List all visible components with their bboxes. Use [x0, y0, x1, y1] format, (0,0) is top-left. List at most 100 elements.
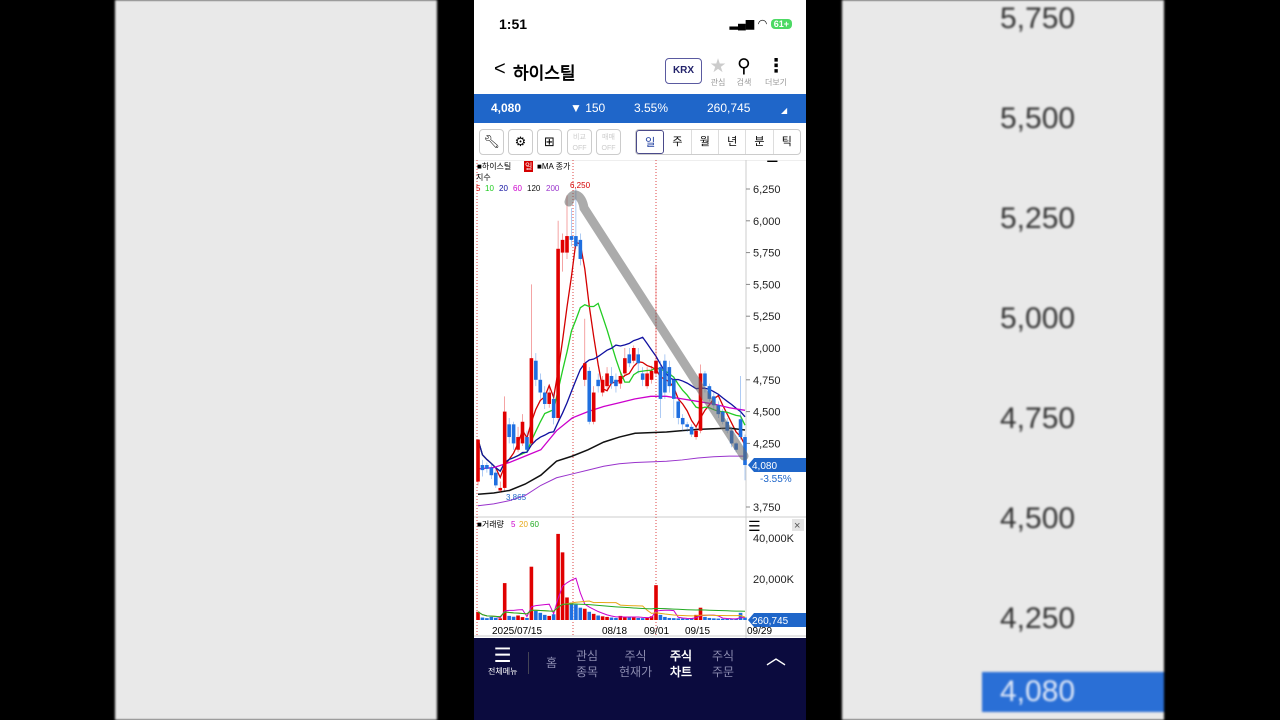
candle	[605, 367, 609, 389]
wrench-button[interactable]: 🔧︎	[479, 129, 504, 155]
settings-button[interactable]: ⚙	[508, 129, 533, 155]
header: < 하이스틸 KRX ★ 관심 ⚲ 검색 ⋮ 더보기	[474, 52, 806, 94]
ma-legend-5: 5	[476, 184, 481, 193]
status-bar: 1:51 ▂▄▆ ◠ 61+	[474, 14, 806, 34]
price-menu-icon[interactable]: ☰	[766, 160, 779, 165]
volume-bar	[591, 613, 596, 620]
blurred-background-left	[115, 0, 437, 720]
volume-bar	[605, 616, 609, 620]
candle	[502, 396, 507, 491]
volume-bar	[547, 615, 551, 620]
chart-toolbar: 🔧︎ ⚙ ⊞ 비교 OFF 매매 OFF 일 주 월 년 분 틱	[474, 129, 806, 157]
volume-bar	[538, 612, 543, 620]
candle	[485, 462, 489, 473]
period-selector: 일 주 월 년 분 틱	[635, 129, 801, 155]
wrench-icon: 🔧︎	[483, 134, 500, 149]
candle	[516, 426, 520, 453]
volume-bar	[712, 618, 716, 620]
all-menu-label: 전체메뉴	[488, 667, 518, 676]
battery-icon: 61+	[770, 18, 792, 29]
signal-icon: ▂▄▆	[729, 18, 755, 30]
candle	[529, 284, 534, 446]
candle	[676, 398, 681, 425]
volume-bar	[574, 604, 578, 620]
low-label: 3,865	[506, 493, 527, 502]
candle	[667, 360, 672, 393]
bg-tick: 5,000	[1000, 302, 1076, 335]
price-tick: 4,250	[753, 438, 781, 450]
exchange-button[interactable]: KRX	[665, 58, 702, 84]
volume-bar	[565, 597, 569, 620]
volume-menu-icon[interactable]: ☰	[748, 518, 761, 534]
last-pct-label: -3.55%	[760, 474, 792, 485]
candle	[698, 364, 703, 434]
candle	[658, 360, 663, 418]
legend-stock: ■하이스틸	[477, 161, 511, 171]
volume-ma60: 60	[530, 520, 539, 529]
bg-last-price: 4,080	[982, 672, 1164, 712]
volume-bar	[680, 618, 685, 620]
search-button[interactable]: ⚲ 검색	[729, 57, 759, 88]
candle	[507, 417, 511, 444]
candle	[538, 373, 543, 399]
legend-period: 일	[525, 162, 532, 171]
stock-title[interactable]: 하이스틸	[513, 59, 576, 84]
layout-button[interactable]: ⊞	[537, 129, 562, 155]
volume-ma5: 5	[511, 520, 516, 529]
volume-bar	[587, 611, 592, 620]
volume-bar	[502, 583, 507, 620]
bg-tick: 4,500	[1000, 502, 1076, 535]
last-price-label: 4,080	[752, 461, 777, 472]
candle	[689, 424, 694, 438]
volume-bar	[631, 617, 636, 620]
candle	[551, 392, 556, 425]
expand-icon[interactable]: ◢	[781, 106, 787, 115]
high-label: 6,250	[570, 181, 591, 190]
candle	[511, 421, 516, 450]
trade-toggle[interactable]: 매매 OFF	[596, 129, 621, 155]
volume-legend: ■거래량	[477, 519, 505, 529]
volume-bar	[658, 614, 663, 620]
candle	[636, 348, 640, 374]
nav-watchlist[interactable]: 관심 종목	[576, 648, 598, 680]
stock-chart[interactable]: ■하이스틸 일 ■MA 종가 지수 5102060120200 ☰ 6,250 …	[474, 160, 806, 638]
bg-tick: 5,750	[1000, 2, 1076, 35]
volume-bar	[609, 617, 614, 620]
compare-toggle[interactable]: 비교 OFF	[567, 129, 592, 155]
nav-quote[interactable]: 주식 현재가	[619, 648, 652, 680]
wifi-icon: ◠	[758, 18, 767, 30]
tab-tick[interactable]: 틱	[774, 130, 800, 154]
nav-chart[interactable]: 주식 차트	[670, 648, 692, 680]
volume-bar	[542, 614, 547, 620]
phone-screen: 1:51 ▂▄▆ ◠ 61+ < 하이스틸 KRX ★ 관심 ⚲ 검색 ⋮ 더보기 4,0…	[474, 0, 806, 720]
candle	[596, 373, 600, 393]
tab-week[interactable]: 주	[664, 130, 692, 154]
volume-ma20: 20	[519, 520, 528, 529]
chevron-up-icon[interactable]: ︿	[766, 648, 786, 668]
tab-minute[interactable]: 분	[746, 130, 774, 154]
back-button[interactable]: <	[494, 58, 506, 81]
volume-bar	[498, 618, 503, 620]
candle	[480, 459, 485, 477]
tab-month[interactable]: 월	[692, 130, 719, 154]
candle	[476, 439, 480, 486]
ma-legend-60: 60	[513, 184, 522, 193]
volume-bar	[716, 618, 721, 620]
tab-year[interactable]: 년	[719, 130, 747, 154]
candle	[560, 233, 565, 272]
x-label: 09/15	[685, 626, 710, 637]
nav-order[interactable]: 주식 주문	[712, 648, 734, 680]
volume-bar	[685, 618, 689, 620]
volume-bar	[485, 618, 489, 620]
candle	[672, 375, 676, 418]
more-button[interactable]: ⋮ 더보기	[761, 57, 791, 88]
tab-day[interactable]: 일	[636, 130, 665, 154]
volume-bar	[640, 618, 645, 620]
nav-home[interactable]: 홈	[546, 655, 557, 671]
legend-ma: ■MA 종가	[537, 162, 571, 171]
price-change: ▼ 150	[570, 101, 606, 115]
all-menu-button[interactable]: ☰ 전체메뉴	[488, 646, 518, 680]
ma-legend-200: 200	[546, 184, 560, 193]
price-tick: 5,250	[753, 311, 781, 323]
x-label: 2025/07/15	[492, 626, 542, 637]
